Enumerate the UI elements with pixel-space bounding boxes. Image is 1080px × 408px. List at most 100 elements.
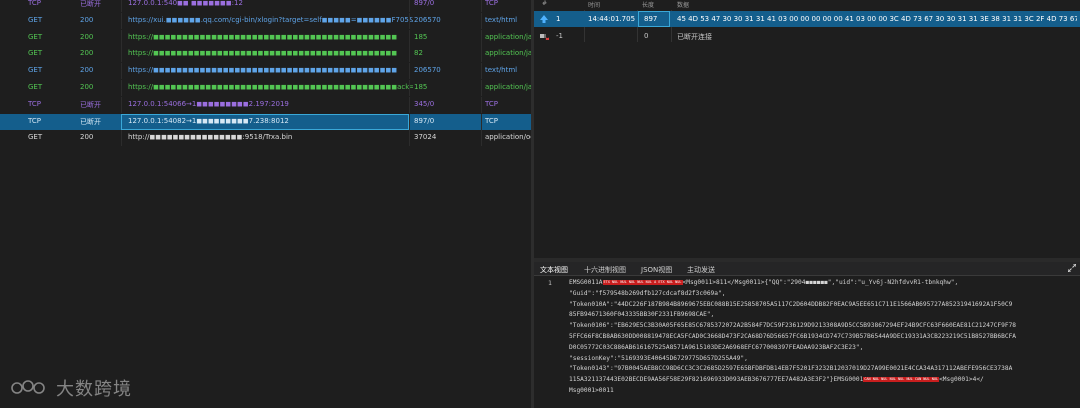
session-row[interactable]: GET 200 https://◼◼◼◼◼◼◼◼◼◼◼◼◼◼◼◼◼◼◼◼◼◼◼◼◼◼… xyxy=(0,46,531,63)
text-segment: <Msg0001>4</ xyxy=(939,376,984,384)
frame-list: # 时间 长度 数据 1 14:44:01.705 897 45 4D 53 4… xyxy=(534,0,1080,258)
session-status: 200 xyxy=(80,66,94,75)
text-line: "sessionKey":"5169393E40645D6729775D657D… xyxy=(569,354,748,364)
session-content-type: application/ja xyxy=(485,83,531,91)
text-line: "Token0106":"EB629E5C3B30A05F65E85C67853… xyxy=(569,321,1016,331)
send-arrow-up-icon xyxy=(540,15,548,23)
frame-time: 14:44:01.705 xyxy=(588,15,636,23)
session-status: 已断开 xyxy=(80,0,101,8)
session-row[interactable]: GET 200 https://◼◼◼◼◼◼◼◼◼◼◼◼◼◼◼◼◼◼◼◼◼◼◼◼◼◼… xyxy=(0,63,531,80)
frame-data: 已断开连接 xyxy=(677,33,712,41)
session-url: https://◼◼◼◼◼◼◼◼◼◼◼◼◼◼◼◼◼◼◼◼◼◼◼◼◼◼◼◼◼◼◼◼… xyxy=(128,32,398,41)
viewer-tabs: 文本视图 十六进制视图 JSON视图 主动发送 xyxy=(534,262,1080,276)
session-content-type: TCP xyxy=(485,99,498,108)
session-status: 200 xyxy=(80,15,94,24)
text-segment: Msg0001>0011 xyxy=(569,387,614,394)
text-segment: "Guid":"f579548b269dfb127cdcaf8d2f3c069a… xyxy=(569,289,726,297)
session-size: 897/0 xyxy=(414,116,435,125)
watermark: 大数跨境 xyxy=(10,375,132,401)
text-line: 85FB94671360F043335BB30F2331FB9698CAE", xyxy=(569,310,714,320)
session-content-type: application/ja xyxy=(485,32,531,41)
text-line: 5FFC66F8CB8AB630DD008819478ECA5FCAD0C366… xyxy=(569,332,1016,342)
disconnect-plug-icon xyxy=(540,34,549,40)
session-protocol: GET xyxy=(28,32,43,41)
session-row[interactable]: GET 200 https://◼◼◼◼◼◼◼◼◼◼◼◼◼◼◼◼◼◼◼◼◼◼◼◼◼◼… xyxy=(0,80,531,96)
session-url: https://◼◼◼◼◼◼◼◼◼◼◼◼◼◼◼◼◼◼◼◼◼◼◼◼◼◼◼◼◼◼◼◼… xyxy=(128,49,398,58)
session-content-type: application/oc xyxy=(485,133,531,142)
tab-hex-view[interactable]: 十六进制视图 xyxy=(584,265,626,275)
session-status: 200 xyxy=(80,49,94,58)
text-segment: "sessionKey":"5169393E40645D6729775D657D… xyxy=(569,354,748,362)
session-status: 200 xyxy=(80,32,94,41)
text-segment: EMSG0011A xyxy=(569,279,603,286)
session-status: 已断开 xyxy=(80,100,101,109)
session-content-type: text/html xyxy=(485,15,518,24)
text-segment: 115A321137443E02BECDE9AA56F58E29F8216969… xyxy=(569,376,864,384)
tab-text-view[interactable]: 文本视图 xyxy=(540,265,568,275)
text-segment: 5FFC66F8CB8AB630DD008819478ECA5FCAD0C366… xyxy=(569,333,1017,340)
expand-icon[interactable] xyxy=(1068,264,1076,272)
session-url: http://◼◼◼◼◼◼◼◼◼◼◼◼◼◼◼◼:9518/Trxa.bin xyxy=(128,133,293,142)
text-line: "Token0143":"97B0045AEB8CC98D6CC3C3C2685… xyxy=(569,364,1012,374)
brand-logo-icon xyxy=(11,380,45,394)
text-segment: <Msg0011>811</Msg0011>{"QQ":"2904◼◼◼◼◼◼"… xyxy=(682,279,959,286)
tab-active-send[interactable]: 主动发送 xyxy=(687,265,715,275)
session-status: 200 xyxy=(80,83,94,91)
session-url: 127.0.0.1:54066→1◼◼◼◼◼◼◼◼◼2.197:2019 xyxy=(128,99,289,108)
session-size: 185 xyxy=(414,32,428,41)
control-chars-badge: ETX NUL NUL NUL NUL NUL A ETX NUL NUL xyxy=(602,279,683,285)
session-protocol: GET xyxy=(28,83,43,91)
session-protocol: TCP xyxy=(28,0,41,7)
col-header-time[interactable]: 时间 xyxy=(588,0,600,9)
frame-list-header: # 时间 长度 数据 xyxy=(534,0,1080,10)
col-header-length[interactable]: 长度 xyxy=(642,0,654,9)
session-url: https://◼◼◼◼◼◼◼◼◼◼◼◼◼◼◼◼◼◼◼◼◼◼◼◼◼◼◼◼◼◼◼◼… xyxy=(128,66,398,75)
session-protocol: TCP xyxy=(28,116,41,125)
col-header-data[interactable]: 数据 xyxy=(677,0,689,9)
watermark-text: 大数跨境 xyxy=(56,379,132,400)
session-url: https://xui.◼◼◼◼◼◼.qq.com/cgi-bin/xlogin… xyxy=(128,15,413,24)
session-status: 200 xyxy=(80,133,94,142)
text-segment: "Token0143":"97B0045AEB8CC98D6CC3C3C2685… xyxy=(569,365,1013,373)
text-line: EMSG0011AETX NUL NUL NUL NUL NUL A ETX N… xyxy=(569,278,958,288)
text-line: "Token010A":"44DC226F187B984B8969675EBC0… xyxy=(569,300,1012,310)
session-protocol: GET xyxy=(28,15,43,24)
text-line: D0C05772C03C886AB616167525A8571A9615103D… xyxy=(569,343,863,353)
session-protocol: GET xyxy=(28,49,43,58)
line-number: 1 xyxy=(548,279,552,287)
frame-row[interactable]: -1 0 已断开连接 xyxy=(534,28,1080,44)
text-line: Msg0001>0011 xyxy=(569,386,614,396)
content-viewer: 文本视图 十六进制视图 JSON视图 主动发送 1 EMSG0011AETX N… xyxy=(534,262,1080,408)
session-row[interactable]: GET 200 http://◼◼◼◼◼◼◼◼◼◼◼◼◼◼◼◼:9518/Trxa.… xyxy=(0,130,531,147)
control-chars-badge: CAN NUL NUL NUL NUL NUL CAN NUL NUL xyxy=(863,376,940,382)
frame-row[interactable]: 1 14:44:01.705 897 45 4D 53 47 30 30 31 … xyxy=(534,11,1080,27)
text-segment: 85FB94671360F043335BB30F2331FB9698CAE", xyxy=(569,311,715,319)
session-size: 897/0 xyxy=(414,0,435,7)
tab-json-view[interactable]: JSON视图 xyxy=(641,265,672,275)
frame-num: 1 xyxy=(556,15,561,23)
session-protocol: TCP xyxy=(28,99,41,108)
text-line: 115A321137443E02BECDE9AA56F58E29F8216969… xyxy=(569,375,984,385)
frame-data: 45 4D 53 47 30 30 31 31 41 03 00 00 00 0… xyxy=(677,15,1077,23)
col-header-num[interactable]: # xyxy=(542,0,547,7)
session-row[interactable]: TCP 已断开 127.0.0.1:54066→1◼◼◼◼◼◼◼◼◼2.197:20… xyxy=(0,96,531,113)
session-row[interactable]: TCP 已断开 127.0.0.1:54082→1◼◼◼◼◼◼◼◼◼7.238:80… xyxy=(0,113,531,130)
session-protocol: GET xyxy=(28,66,43,75)
frame-length: 0 xyxy=(644,32,649,40)
text-segment: "Token0106":"EB629E5C3B30A05F65E85C67853… xyxy=(569,322,1017,330)
session-url: https://◼◼◼◼◼◼◼◼◼◼◼◼◼◼◼◼◼◼◼◼◼◼◼◼◼◼◼◼◼◼◼◼… xyxy=(128,83,413,91)
session-size: 206570 xyxy=(414,15,441,24)
session-content-type: TCP xyxy=(485,0,498,7)
text-segment: D0C05772C03C886AB616167525A8571A9615103D… xyxy=(569,343,864,351)
session-row[interactable]: GET 200 https://◼◼◼◼◼◼◼◼◼◼◼◼◼◼◼◼◼◼◼◼◼◼◼◼◼◼… xyxy=(0,29,531,46)
session-status: 已断开 xyxy=(80,117,101,126)
session-size: 82 xyxy=(414,49,423,58)
session-list: TCP 已断开 127.0.0.1:540◼◼ ◼◼◼◼◼◼◼:12 897/0 TCP… xyxy=(0,0,531,408)
session-content-type: application/ja xyxy=(485,49,531,58)
frame-num: -1 xyxy=(556,32,563,40)
session-size: 206570 xyxy=(414,66,441,75)
session-row[interactable]: TCP 已断开 127.0.0.1:540◼◼ ◼◼◼◼◼◼◼:12 897/0 TCP xyxy=(0,0,531,12)
session-row[interactable]: GET 200 https://xui.◼◼◼◼◼◼.qq.com/cgi-bin/… xyxy=(0,12,531,29)
text-line: "Guid":"f579548b269dfb127cdcaf8d2f3c069a… xyxy=(569,289,725,299)
session-protocol: GET xyxy=(28,133,43,142)
